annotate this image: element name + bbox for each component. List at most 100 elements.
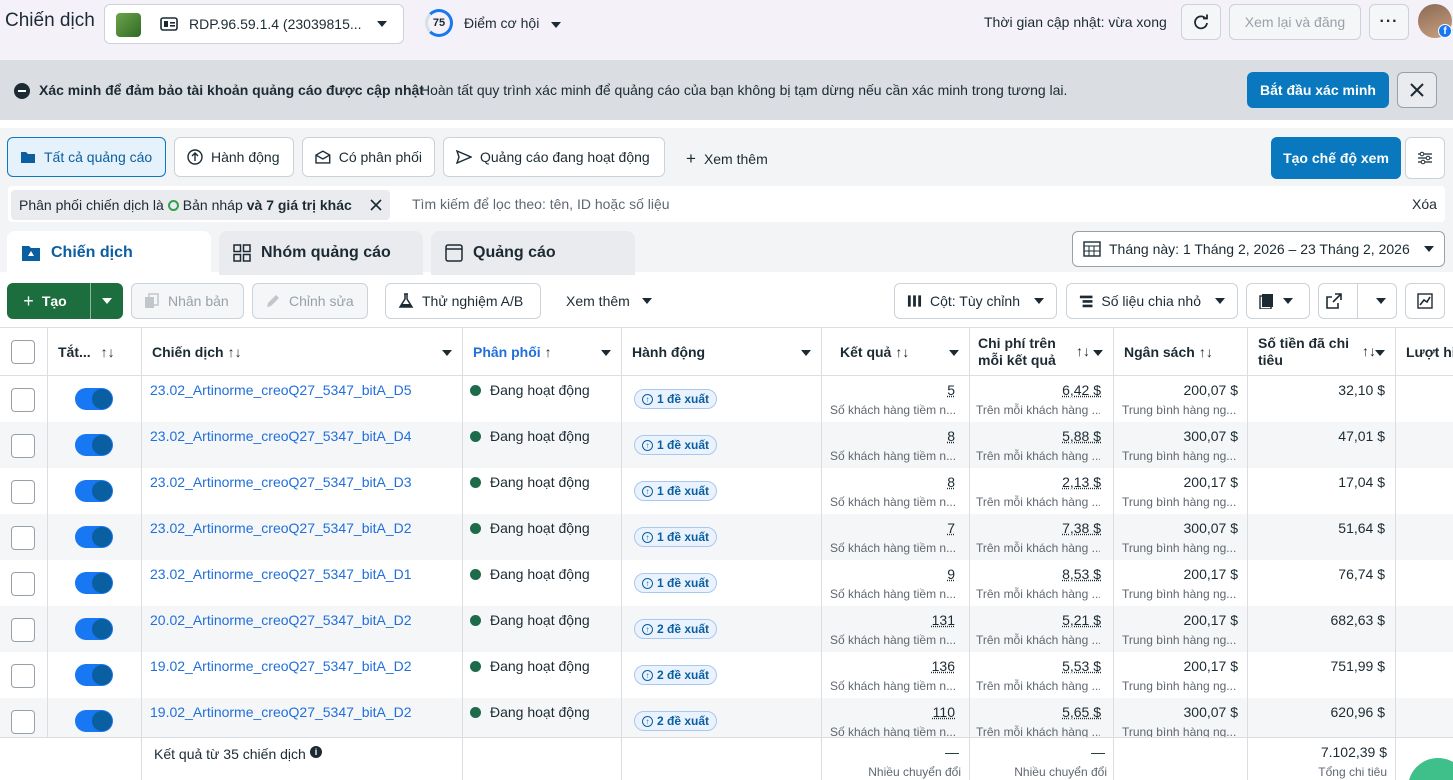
results-value[interactable]: 110 xyxy=(933,704,955,720)
edit-button[interactable]: Chỉnh sửa xyxy=(252,283,368,319)
refresh-button[interactable] xyxy=(1181,4,1221,40)
results-value[interactable]: 9 xyxy=(947,566,955,582)
row-checkbox[interactable] xyxy=(11,710,35,734)
campaign-name-link[interactable]: 23.02_Artinorme_creoQ27_5347_bitA_D5 xyxy=(150,382,412,398)
tab-campaigns[interactable]: Chiến dịch xyxy=(7,231,211,275)
table-row[interactable]: 23.02_Artinorme_creoQ27_5347_bitA_D2 Đang… xyxy=(0,514,1453,560)
results-value[interactable]: 131 xyxy=(932,612,955,628)
breakdown-button[interactable]: Số liệu chia nhỏ xyxy=(1066,283,1238,319)
campaign-toggle[interactable] xyxy=(75,618,113,640)
start-verification-button[interactable]: Bắt đầu xác minh xyxy=(1247,72,1389,108)
budget-value[interactable]: 300,07 $ xyxy=(1184,428,1239,444)
header-results[interactable]: Kết quả ↑↓ xyxy=(822,328,970,376)
opportunity-score-ring[interactable]: 75 xyxy=(425,9,453,37)
table-row[interactable]: 23.02_Artinorme_creoQ27_5347_bitA_D5 Đang… xyxy=(0,376,1453,422)
campaign-toggle[interactable] xyxy=(75,710,113,732)
campaign-name-link[interactable]: 20.02_Artinorme_creoQ27_5347_bitA_D2 xyxy=(150,612,412,628)
results-value[interactable]: 136 xyxy=(932,658,955,674)
row-checkbox[interactable] xyxy=(11,618,35,642)
suggestion-badge[interactable]: ↑ 1 đề xuất xyxy=(634,527,717,547)
cost-per-result-value[interactable]: 8,53 $ xyxy=(1062,566,1101,582)
tab-ad-sets[interactable]: Nhóm quảng cáo xyxy=(219,231,423,275)
campaign-toggle[interactable] xyxy=(75,434,113,456)
view-settings-button[interactable] xyxy=(1405,137,1445,179)
suggestion-badge[interactable]: ↑ 2 đề xuất xyxy=(634,665,717,685)
cost-per-result-value[interactable]: 7,38 $ xyxy=(1062,520,1101,536)
row-checkbox[interactable] xyxy=(11,572,35,596)
header-budget[interactable]: Ngân sách ↑↓ xyxy=(1114,328,1248,376)
suggestion-badge[interactable]: ↑ 1 đề xuất xyxy=(634,573,717,593)
budget-value[interactable]: 300,07 $ xyxy=(1184,520,1239,536)
see-more-filters-button[interactable]: + Xem thêm xyxy=(686,149,768,169)
table-row[interactable]: 23.02_Artinorme_creoQ27_5347_bitA_D3 Đang… xyxy=(0,468,1453,514)
chip-has-delivery[interactable]: Có phân phối xyxy=(302,137,435,177)
cost-per-result-value[interactable]: 2,13 $ xyxy=(1062,474,1101,490)
row-checkbox[interactable] xyxy=(11,388,35,412)
columns-button[interactable]: Cột: Tùy chỉnh xyxy=(894,283,1057,319)
campaign-name-link[interactable]: 19.02_Artinorme_creoQ27_5347_bitA_D2 xyxy=(150,704,412,720)
results-value[interactable]: 8 xyxy=(947,428,955,444)
create-button[interactable]: + Tạo xyxy=(7,283,123,319)
campaign-toggle[interactable] xyxy=(75,480,113,502)
close-icon[interactable] xyxy=(370,199,382,211)
budget-value[interactable]: 200,07 $ xyxy=(1184,382,1239,398)
campaign-toggle[interactable] xyxy=(75,526,113,548)
export-main[interactable] xyxy=(1319,293,1349,309)
campaign-name-link[interactable]: 23.02_Artinorme_creoQ27_5347_bitA_D2 xyxy=(150,520,412,536)
create-dropdown[interactable] xyxy=(91,283,123,319)
campaign-name-link[interactable]: 23.02_Artinorme_creoQ27_5347_bitA_D3 xyxy=(150,474,412,490)
row-checkbox[interactable] xyxy=(11,480,35,504)
cost-per-result-value[interactable]: 5,21 $ xyxy=(1062,612,1101,628)
export-button[interactable] xyxy=(1318,283,1397,319)
review-publish-button[interactable]: Xem lại và đăng xyxy=(1229,4,1361,40)
campaign-name-link[interactable]: 19.02_Artinorme_creoQ27_5347_bitA_D2 xyxy=(150,658,412,674)
suggestion-badge[interactable]: ↑ 2 đề xuất xyxy=(634,619,717,639)
budget-value[interactable]: 200,17 $ xyxy=(1184,474,1239,490)
header-cost-per-result[interactable]: Chi phí trên mỗi kết quả ↑↓ xyxy=(970,328,1114,376)
results-value[interactable]: 7 xyxy=(947,520,955,536)
budget-value[interactable]: 200,17 $ xyxy=(1184,658,1239,674)
campaign-toggle[interactable] xyxy=(75,388,113,410)
campaign-toggle[interactable] xyxy=(75,572,113,594)
header-toggle[interactable]: Tắt... ↑↓ xyxy=(48,328,142,376)
suggestion-badge[interactable]: ↑ 1 đề xuất xyxy=(634,481,717,501)
more-options-button[interactable]: ··· xyxy=(1369,4,1409,40)
opportunity-score-button[interactable]: Điểm cơ hội xyxy=(464,15,561,31)
create-main[interactable]: + Tạo xyxy=(7,283,83,319)
duplicate-button[interactable]: Nhân bản xyxy=(131,283,244,319)
table-row[interactable]: 20.02_Artinorme_creoQ27_5347_bitA_D2 Đang… xyxy=(0,606,1453,652)
table-row[interactable]: 23.02_Artinorme_creoQ27_5347_bitA_D1 Đang… xyxy=(0,560,1453,606)
budget-value[interactable]: 200,17 $ xyxy=(1184,612,1239,628)
suggestion-badge[interactable]: ↑ 1 đề xuất xyxy=(634,435,717,455)
cost-per-result-value[interactable]: 5,65 $ xyxy=(1062,704,1101,720)
chip-all-ads[interactable]: Tất cả quảng cáo xyxy=(7,137,166,177)
select-all-checkbox[interactable] xyxy=(11,340,35,364)
results-value[interactable]: 8 xyxy=(947,474,955,490)
cost-per-result-value[interactable]: 5,88 $ xyxy=(1062,428,1101,444)
table-row[interactable]: 23.02_Artinorme_creoQ27_5347_bitA_D4 Đang… xyxy=(0,422,1453,468)
campaign-name-link[interactable]: 23.02_Artinorme_creoQ27_5347_bitA_D4 xyxy=(150,428,412,444)
budget-value[interactable]: 200,17 $ xyxy=(1184,566,1239,582)
header-campaign[interactable]: Chiến dịch ↑↓ xyxy=(142,328,463,376)
info-icon[interactable]: i xyxy=(310,746,322,758)
suggestion-badge[interactable]: ↑ 2 đề xuất xyxy=(634,711,717,731)
cost-per-result-value[interactable]: 6,42 $ xyxy=(1062,382,1101,398)
header-delivery[interactable]: Phân phối ↑ xyxy=(463,328,622,376)
chip-active-ads[interactable]: Quảng cáo đang hoạt động xyxy=(443,137,665,177)
header-amount-spent[interactable]: Số tiền đã chi tiêu ↑↓ xyxy=(1248,328,1396,376)
reports-button[interactable] xyxy=(1246,283,1310,319)
toolbar-see-more-button[interactable]: Xem thêm xyxy=(566,293,652,309)
create-view-button[interactable]: Tạo chế độ xem xyxy=(1271,137,1401,179)
clear-filters-link[interactable]: Xóa xyxy=(1412,196,1437,212)
row-checkbox[interactable] xyxy=(11,434,35,458)
campaign-toggle[interactable] xyxy=(75,664,113,686)
campaign-name-link[interactable]: 23.02_Artinorme_creoQ27_5347_bitA_D1 xyxy=(150,566,412,582)
table-row[interactable]: 19.02_Artinorme_creoQ27_5347_bitA_D2 Đang… xyxy=(0,652,1453,698)
charts-button[interactable] xyxy=(1405,283,1445,319)
export-dropdown[interactable] xyxy=(1366,298,1396,304)
ab-test-button[interactable]: Thử nghiệm A/B xyxy=(385,283,541,319)
banner-close-button[interactable] xyxy=(1397,72,1437,108)
suggestion-badge[interactable]: ↑ 1 đề xuất xyxy=(634,389,717,409)
account-selector[interactable]: RDP.96.59.1.4 (23039815... xyxy=(104,4,404,44)
row-checkbox[interactable] xyxy=(11,664,35,688)
